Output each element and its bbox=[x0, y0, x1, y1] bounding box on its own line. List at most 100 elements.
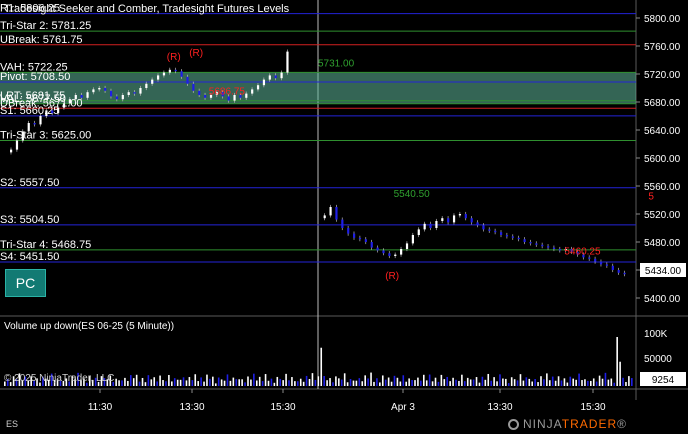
volume-bar bbox=[279, 378, 282, 386]
volume-bar bbox=[613, 382, 616, 386]
volume-bar bbox=[631, 378, 633, 386]
candle-body bbox=[500, 232, 503, 235]
volume-bar bbox=[367, 378, 369, 386]
candle-body bbox=[476, 222, 479, 226]
volume-bar bbox=[548, 380, 551, 386]
candle-body bbox=[611, 265, 614, 270]
volume-axis-label: 50000 bbox=[644, 354, 672, 365]
candle-body bbox=[62, 103, 66, 108]
signal-annotation: 5686.75 bbox=[209, 86, 246, 97]
volume-bar bbox=[376, 378, 378, 386]
volume-bar bbox=[452, 377, 454, 386]
volume-bar bbox=[150, 379, 153, 386]
level-label: Tri-Star 2: 5781.25 bbox=[0, 20, 91, 32]
price-axis-label: 5800.00 bbox=[644, 14, 681, 25]
candle-body bbox=[588, 257, 591, 259]
candle-body bbox=[411, 235, 414, 244]
candle-body bbox=[347, 228, 350, 234]
volume-bar bbox=[179, 379, 182, 386]
volume-bar bbox=[434, 377, 437, 386]
volume-bar bbox=[297, 381, 299, 386]
volume-bar bbox=[217, 377, 220, 386]
candle-body bbox=[382, 250, 385, 254]
volume-bar bbox=[572, 378, 575, 386]
volume-bar bbox=[173, 378, 176, 386]
volume-bar bbox=[446, 376, 449, 386]
candle-body bbox=[86, 92, 89, 98]
volume-bar bbox=[235, 379, 238, 386]
volume-bar bbox=[291, 377, 293, 386]
candle-body bbox=[599, 261, 603, 265]
candle-body bbox=[180, 71, 183, 77]
pc-button[interactable]: PC bbox=[5, 269, 46, 297]
volume-bar bbox=[510, 377, 513, 386]
volume-bar bbox=[537, 382, 539, 386]
candle-body bbox=[464, 214, 467, 219]
volume-axis-label: 100K bbox=[644, 329, 668, 340]
candle-body bbox=[204, 95, 207, 98]
volume-bar bbox=[534, 379, 536, 386]
candle-body bbox=[558, 249, 561, 251]
volume-bar bbox=[168, 374, 170, 386]
candle-body bbox=[447, 218, 450, 223]
candle-body bbox=[280, 72, 283, 79]
volume-bar bbox=[232, 377, 235, 386]
volume-bar bbox=[543, 379, 545, 386]
price-axis-label: 5640.00 bbox=[644, 126, 681, 137]
volume-bar bbox=[206, 374, 208, 386]
volume-bar bbox=[118, 380, 120, 386]
volume-bar bbox=[513, 379, 516, 386]
volume-bar bbox=[531, 381, 533, 386]
volume-bar bbox=[153, 377, 156, 386]
volume-bar bbox=[622, 377, 624, 386]
volume-bar bbox=[554, 380, 557, 386]
volume-bar bbox=[408, 378, 410, 386]
volume-bar bbox=[522, 380, 525, 386]
volume-bar bbox=[516, 380, 519, 386]
volume-bar bbox=[379, 382, 381, 386]
candle-body bbox=[394, 254, 397, 256]
chart-canvas[interactable]: R1: 5806.25Tri-Star 2: 5781.25UBreak: 57… bbox=[0, 0, 688, 434]
candle-body bbox=[286, 51, 289, 73]
candle-body bbox=[353, 233, 356, 238]
candle-body bbox=[470, 218, 473, 223]
volume-bar bbox=[390, 381, 393, 386]
candle-body bbox=[370, 242, 373, 248]
candle-body bbox=[488, 229, 491, 231]
volume-bar bbox=[370, 372, 372, 386]
candle-body bbox=[45, 110, 48, 116]
volume-bar bbox=[560, 380, 563, 386]
candle-body bbox=[623, 272, 626, 275]
candle-body bbox=[198, 90, 201, 95]
signal-annotation: (R) bbox=[385, 271, 399, 282]
volume-bar bbox=[528, 378, 531, 386]
volume-bar bbox=[255, 380, 258, 386]
volume-bar bbox=[431, 381, 434, 386]
ninjatrader-logo: NINJATRADER® bbox=[508, 417, 627, 431]
volume-bar bbox=[601, 378, 604, 386]
candle-body bbox=[186, 76, 189, 84]
candle-body bbox=[39, 116, 42, 125]
volume-bar bbox=[464, 381, 466, 386]
volume-bar bbox=[487, 373, 490, 386]
volume-bar bbox=[628, 376, 630, 386]
volume-bar bbox=[472, 379, 475, 386]
candle-body bbox=[405, 243, 409, 249]
candle-body bbox=[429, 223, 432, 228]
volume-bar bbox=[422, 374, 425, 386]
volume-bar bbox=[267, 380, 270, 386]
volume-bar bbox=[399, 381, 402, 386]
candle-body bbox=[511, 236, 514, 238]
volume-bar bbox=[455, 379, 457, 386]
logo-ninja: NINJA bbox=[523, 417, 562, 431]
candle-body bbox=[133, 92, 136, 94]
candle-body bbox=[523, 239, 526, 242]
chart-window[interactable]: R1: 5806.25 Tri-Star 2: 5781.25 UBreak: 57… bbox=[0, 0, 688, 434]
volume-bar bbox=[484, 379, 487, 386]
volume-bar bbox=[191, 380, 194, 386]
volume-bar bbox=[171, 381, 173, 386]
volume-bar bbox=[402, 375, 405, 386]
volume-bar bbox=[141, 377, 144, 386]
volume-bar bbox=[127, 380, 129, 386]
volume-bar bbox=[144, 382, 147, 386]
